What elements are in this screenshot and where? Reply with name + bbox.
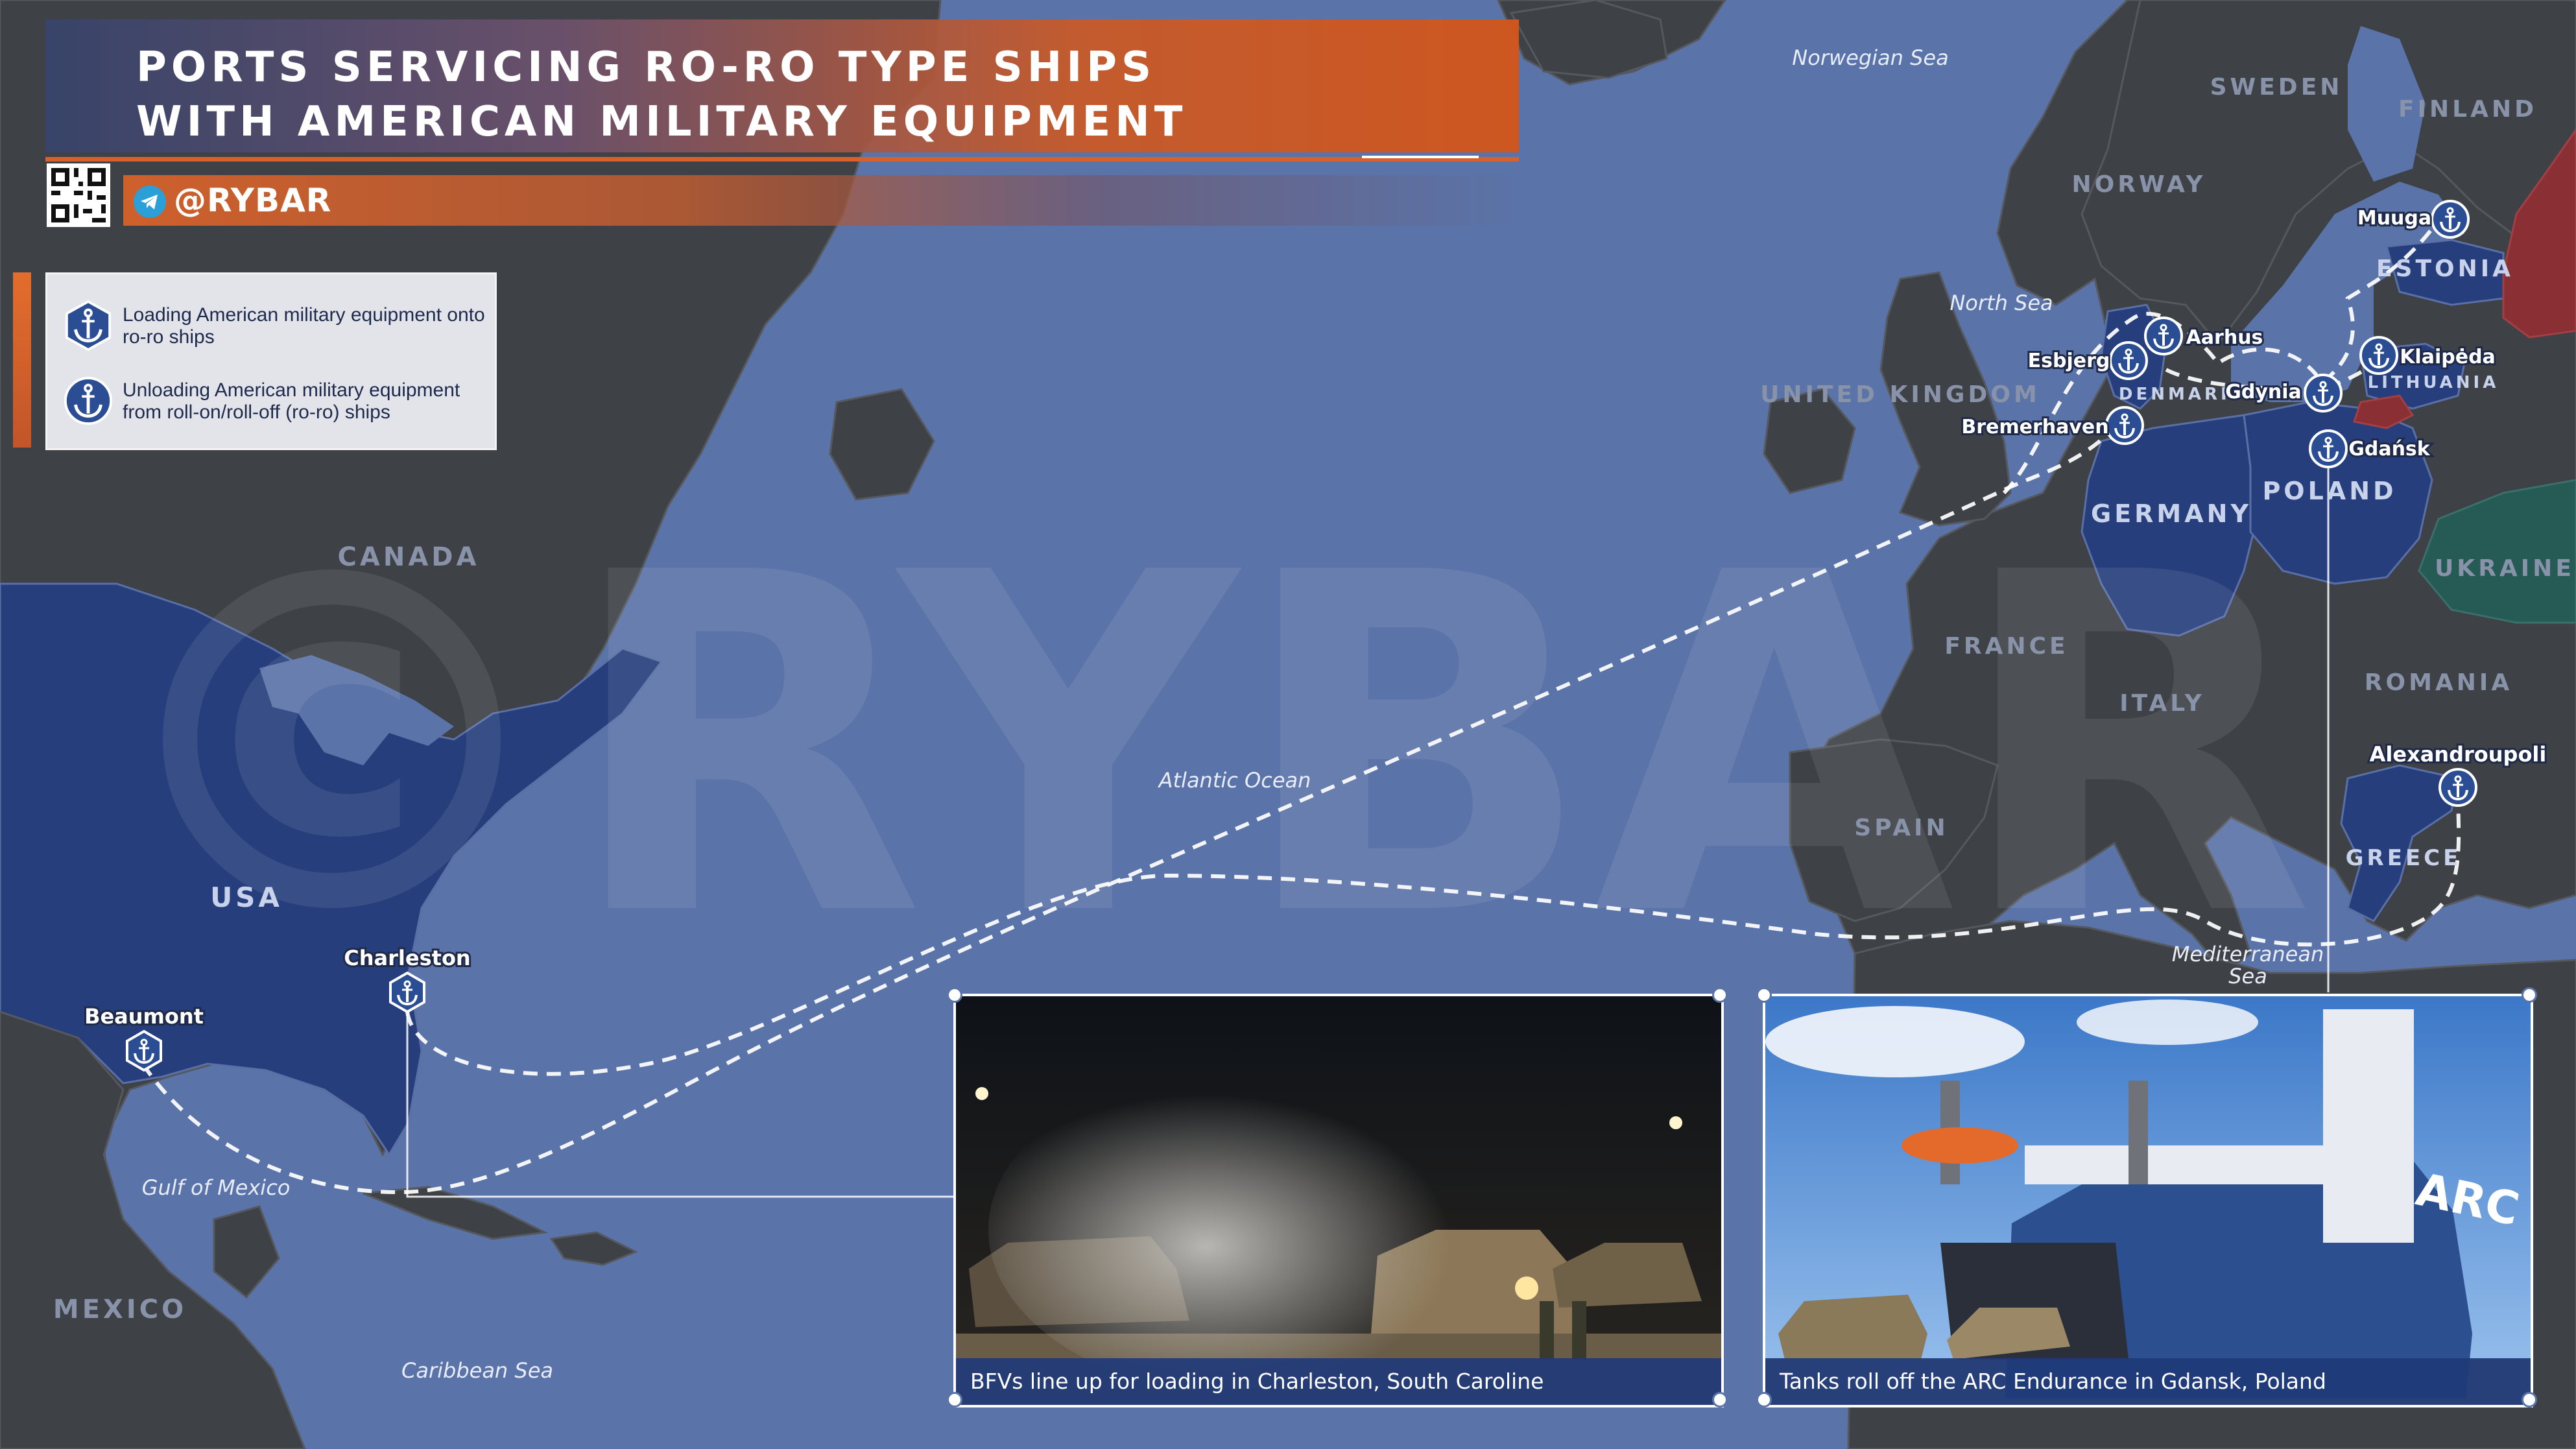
legend-text-unloading: Unloading American military equipment fr…	[123, 379, 460, 423]
frame-corner-dot	[1712, 1392, 1728, 1407]
anchor-icon	[64, 376, 113, 425]
frame-corner-dot	[2522, 1392, 2537, 1407]
port-marker-charleston[interactable]	[389, 971, 425, 1014]
label-france: FRANCE	[1944, 633, 2068, 660]
label-port-bremerhaven: Bremerhaven	[1961, 416, 2108, 438]
label-finland: FINLAND	[2398, 96, 2537, 123]
label-ukraine: UKRAINE	[2435, 555, 2575, 582]
label-mexico: MEXICO	[53, 1295, 187, 1324]
label-canada: CANADA	[338, 542, 480, 572]
label-mediterranean-sea-line1: Mediterranean	[2172, 942, 2324, 966]
label-atlantic-ocean: Atlantic Ocean	[1158, 768, 1311, 793]
port-marker-bremerhaven[interactable]	[2105, 406, 2144, 445]
label-mediterranean-sea-line2: Sea	[2228, 964, 2267, 988]
label-germany: GERMANY	[2091, 499, 2252, 528]
port-marker-muuga[interactable]	[2431, 200, 2470, 239]
port-marker-esbjerg[interactable]	[2109, 341, 2148, 380]
port-marker-klaipeda[interactable]	[2359, 336, 2398, 375]
brand-bar	[123, 175, 1519, 226]
label-lithuania: LITHUANIA	[2368, 373, 2499, 392]
page-title: PORTS SERVICING RO-RO TYPE SHIPS WITH AM…	[136, 40, 1433, 149]
label-gulf-of-mexico: Gulf of Mexico	[142, 1175, 291, 1200]
label-port-beaumont: Beaumont	[84, 1004, 204, 1029]
telegram-icon[interactable]	[134, 186, 166, 218]
label-norway: NORWAY	[2071, 171, 2206, 198]
label-port-muuga: Muuga	[2357, 207, 2431, 230]
label-norwegian-sea: Norwegian Sea	[1792, 45, 1948, 70]
label-caribbean-sea: Caribbean Sea	[401, 1358, 553, 1383]
qr-code-icon	[47, 163, 110, 227]
anchor-icon	[65, 300, 112, 351]
label-port-esbjerg: Esbjerg	[2028, 350, 2110, 372]
legend: Loading American military equipment onto…	[45, 272, 497, 450]
label-estonia: ESTONIA	[2376, 256, 2514, 282]
title-underline-highlight	[1362, 156, 1479, 158]
port-marker-aarhus[interactable]	[2144, 317, 2183, 355]
port-marker-gdynia[interactable]	[2304, 374, 2343, 413]
label-port-klaipeda: Klaipėda	[2400, 346, 2496, 368]
label-port-charleston: Charleston	[344, 946, 470, 970]
legend-accent-bar	[13, 272, 31, 448]
label-port-gdynia: Gdynia	[2225, 381, 2302, 403]
page-title-line2: WITH AMERICAN MILITARY EQUIPMENT	[136, 98, 1187, 146]
photo-gdansk-caption: Tanks roll off the ARC Endurance in Gdan…	[1765, 1358, 2531, 1405]
photo-charleston: BFVs line up for loading in Charleston, …	[953, 994, 1724, 1407]
frame-corner-dot	[1756, 987, 1772, 1003]
photo-charleston-caption: BFVs line up for loading in Charleston, …	[956, 1358, 1721, 1405]
frame-corner-dot	[2522, 987, 2537, 1003]
label-north-sea: North Sea	[1950, 291, 2053, 315]
photo-gdansk: ARC Tanks roll off the ARC Endurance in …	[1763, 994, 2533, 1407]
label-romania: ROMANIA	[2365, 669, 2512, 696]
label-usa: USA	[210, 881, 283, 913]
legend-item-unloading: Unloading American military equipment fr…	[47, 364, 495, 435]
label-spain: SPAIN	[1854, 815, 1948, 841]
legend-item-loading: Loading American military equipment onto…	[47, 289, 495, 360]
port-marker-alexandroupoli[interactable]	[2439, 768, 2477, 807]
label-denmark: DENMARK	[2119, 385, 2237, 404]
page-title-line1: PORTS SERVICING RO-RO TYPE SHIPS	[136, 43, 1156, 91]
port-marker-beaumont[interactable]	[126, 1029, 162, 1072]
label-united-kingdom: UNITED KINGDOM	[1760, 381, 2040, 408]
frame-corner-dot	[947, 987, 962, 1003]
port-marker-gdansk[interactable]	[2309, 429, 2348, 468]
label-greece: GREECE	[2346, 845, 2462, 871]
photo-gdansk-image: ARC	[1765, 996, 2531, 1405]
label-port-aarhus: Aarhus	[2186, 326, 2263, 349]
brand-handle[interactable]: @RYBAR	[174, 182, 331, 219]
frame-corner-dot	[1756, 1392, 1772, 1407]
legend-text-loading: Loading American military equipment onto…	[123, 304, 485, 348]
frame-corner-dot	[947, 1392, 962, 1407]
photo-charleston-image	[956, 996, 1721, 1405]
title-underline	[45, 157, 1519, 162]
label-poland: POLAND	[2262, 477, 2396, 505]
label-port-gdansk: Gdańsk	[2348, 438, 2431, 461]
label-sweden: SWEDEN	[2210, 74, 2343, 101]
frame-corner-dot	[1712, 987, 1728, 1003]
label-port-alexandroupoli: Alexandroupoli	[2370, 742, 2547, 767]
label-italy: ITALY	[2119, 690, 2204, 717]
